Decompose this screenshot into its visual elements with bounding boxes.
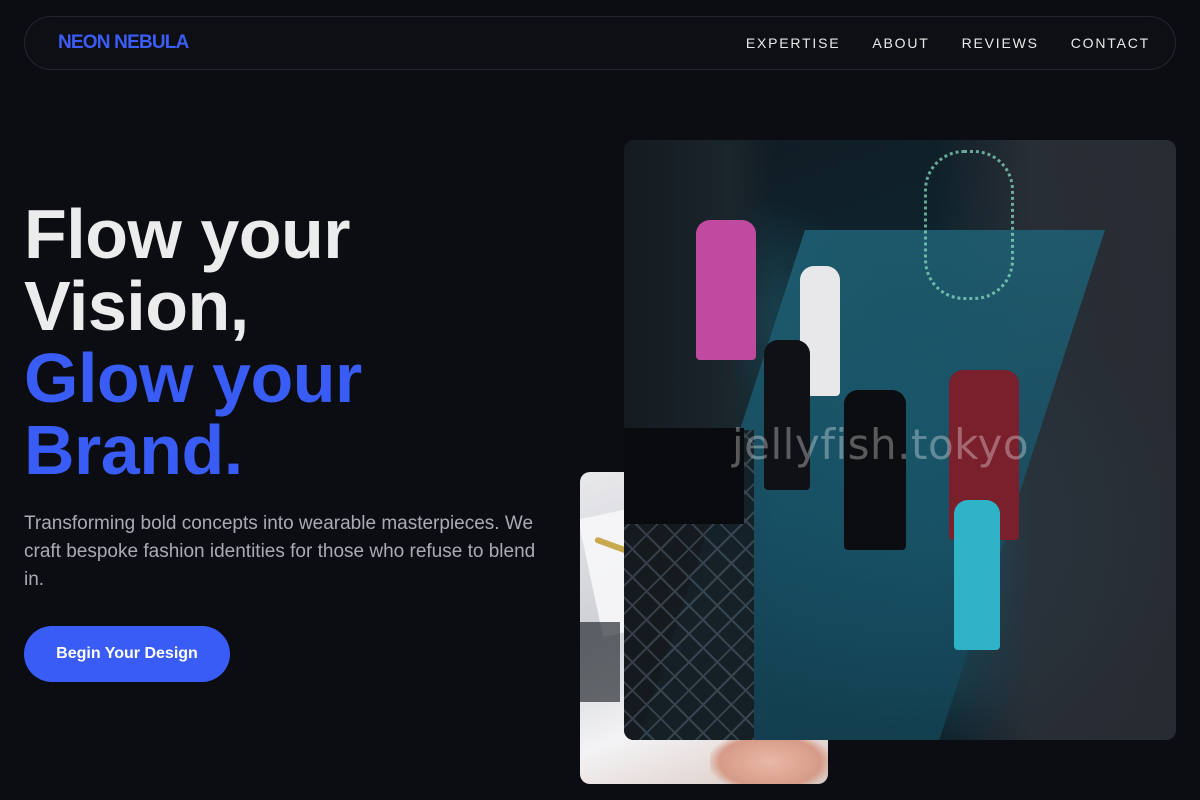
fashion-runway-image: jellyfish.tokyo	[624, 140, 1176, 740]
brand-logo[interactable]: NEON NEBULA	[58, 32, 189, 54]
hero-headline: Flow your Vision, Glow your Brand.	[24, 198, 362, 486]
begin-design-button[interactable]: Begin Your Design	[24, 626, 230, 682]
top-nav: NEON NEBULA EXPERTISE ABOUT REVIEWS CONT…	[24, 16, 1176, 70]
nav-link-reviews[interactable]: REVIEWS	[962, 35, 1039, 51]
model-figure	[696, 220, 756, 360]
headline-line-2: Vision,	[24, 267, 249, 345]
image-watermark: jellyfish.tokyo	[732, 420, 1030, 469]
nav-link-about[interactable]: ABOUT	[872, 35, 929, 51]
headline-line-4: Brand.	[24, 411, 243, 489]
headline-line-3: Glow your	[24, 339, 362, 417]
headline-line-1: Flow your	[24, 195, 351, 273]
light-garland	[924, 150, 1014, 300]
landing-page: NEON NEBULA EXPERTISE ABOUT REVIEWS CONT…	[0, 0, 1200, 800]
shadow-shape	[580, 622, 620, 702]
model-figure	[954, 500, 1000, 650]
hero-subtitle: Transforming bold concepts into wearable…	[24, 513, 536, 590]
nav-link-expertise[interactable]: EXPERTISE	[746, 35, 841, 51]
nav-link-contact[interactable]: CONTACT	[1071, 35, 1150, 51]
nav-links: EXPERTISE ABOUT REVIEWS CONTACT	[746, 35, 1150, 51]
model-figure	[844, 390, 906, 550]
speaker-box	[624, 428, 744, 524]
